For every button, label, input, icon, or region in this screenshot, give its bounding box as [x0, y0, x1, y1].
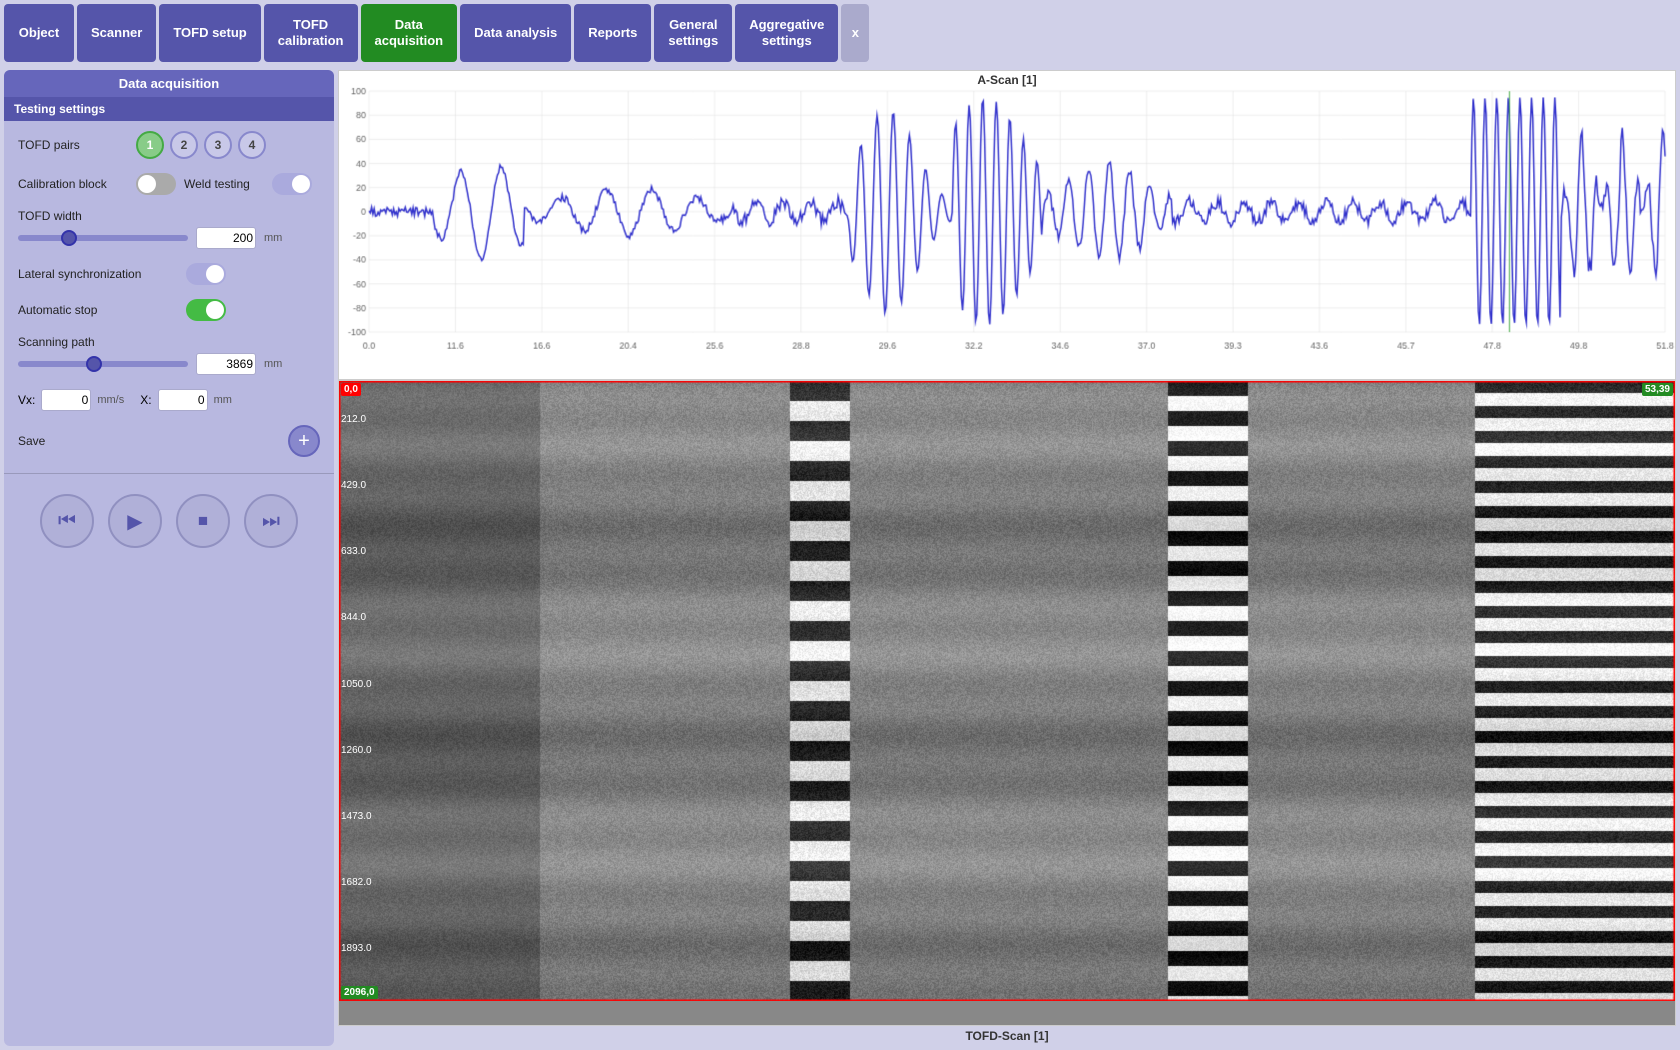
- forward-button[interactable]: ⏭: [244, 494, 298, 548]
- nav-btn-scanner[interactable]: Scanner: [77, 4, 156, 62]
- calibration-block-toggle[interactable]: [136, 173, 176, 195]
- bscan-image: 0,0 53,39 2096,0 212.0 429.0 633.0 844.0 105…: [339, 381, 1675, 1001]
- scanning-path-row: Scanning path mm: [18, 335, 320, 375]
- panel-title: Data acquisition: [4, 70, 334, 97]
- right-panel: 1 2 A-Scan [1] 0,0 53,39 2096,0 212.0429…: [338, 66, 1680, 1050]
- vx-input[interactable]: [41, 389, 91, 411]
- bscan-container: 0,0 53,39 2096,0 212.0 429.0 633.0 844.0 105…: [338, 380, 1676, 1026]
- scanning-path-track[interactable]: [18, 361, 188, 367]
- nav-btn-general-settings[interactable]: General settings: [654, 4, 732, 62]
- ascan-container: A-Scan [1]: [338, 70, 1676, 380]
- tofd-width-control: mm: [18, 227, 320, 249]
- scanning-path-unit: mm: [264, 358, 282, 370]
- bscan-corner-tl: 0,0: [341, 383, 361, 396]
- tofd-pair-btn-4[interactable]: 4: [238, 131, 266, 159]
- ascan-chart: [339, 87, 1675, 357]
- play-button[interactable]: ▶: [108, 494, 162, 548]
- auto-stop-label: Automatic stop: [18, 303, 178, 317]
- nav-btn-tofd-calibration[interactable]: TOFD calibration: [264, 4, 358, 62]
- tofd-pairs-label: TOFD pairs: [18, 138, 128, 152]
- vx-unit: mm/s: [97, 394, 124, 406]
- nav-btn-data-analysis[interactable]: Data analysis: [460, 4, 571, 62]
- x-label: X:: [140, 393, 151, 407]
- tofd-width-thumb[interactable]: [61, 230, 77, 246]
- save-label: Save: [18, 434, 128, 448]
- nav-btn-close[interactable]: x: [841, 4, 869, 62]
- bscan-corner-tr: 53,39: [1642, 383, 1673, 396]
- bscan-y-label-0: 212.0: [341, 414, 366, 425]
- stop-button[interactable]: ⏹: [176, 494, 230, 548]
- weld-testing-toggle[interactable]: [272, 173, 312, 195]
- bscan-y-label-3: 844.0: [341, 612, 366, 623]
- nav-btn-reports[interactable]: Reports: [574, 4, 651, 62]
- x-unit: mm: [214, 394, 232, 406]
- scanning-path-label: Scanning path: [18, 335, 320, 349]
- main-area: Data acquisition Testing settings TOFD p…: [0, 66, 1680, 1050]
- bscan-y-label-8: 1893.0: [341, 943, 372, 954]
- settings-body: TOFD pairs 1234 Calibration block Weld t…: [4, 121, 334, 467]
- lateral-sync-row: Lateral synchronization: [18, 263, 320, 285]
- vx-row: Vx: mm/s X: mm: [18, 389, 320, 411]
- lateral-sync-label: Lateral synchronization: [18, 267, 178, 281]
- tofd-pairs-row: TOFD pairs 1234: [18, 131, 320, 159]
- bscan-y-label-2: 633.0: [341, 546, 366, 557]
- nav-btn-data-acquisition[interactable]: Data acquisition: [361, 4, 458, 62]
- ascan-title: A-Scan [1]: [339, 71, 1675, 87]
- tofd-width-label: TOFD width: [18, 209, 320, 223]
- bscan-canvas: [339, 381, 1675, 1001]
- bscan-y-label-4: 1050.0: [341, 679, 372, 690]
- calibration-weld-row: Calibration block Weld testing: [18, 173, 320, 195]
- rewind-button[interactable]: ⏮: [40, 494, 94, 548]
- auto-stop-row: Automatic stop: [18, 299, 320, 321]
- weld-testing-label: Weld testing: [184, 177, 264, 191]
- scanning-path-thumb[interactable]: [86, 356, 102, 372]
- tofd-pair-btn-2[interactable]: 2: [170, 131, 198, 159]
- bscan-y-label-6: 1473.0: [341, 811, 372, 822]
- lateral-sync-toggle[interactable]: [186, 263, 226, 285]
- vx-label: Vx:: [18, 393, 35, 407]
- bscan-title: TOFD-Scan [1]: [338, 1026, 1676, 1046]
- testing-settings-header: Testing settings: [4, 97, 334, 121]
- tofd-pair-btn-3[interactable]: 3: [204, 131, 232, 159]
- bscan-y-label-1: 429.0: [341, 480, 366, 491]
- nav-btn-object[interactable]: Object: [4, 4, 74, 62]
- auto-stop-toggle[interactable]: [186, 299, 226, 321]
- save-plus-button[interactable]: +: [288, 425, 320, 457]
- tofd-pair-btn-1[interactable]: 1: [136, 131, 164, 159]
- nav-btn-tofd-setup[interactable]: TOFD setup: [159, 4, 260, 62]
- tofd-width-input[interactable]: [196, 227, 256, 249]
- divider: [4, 473, 334, 474]
- save-row: Save +: [18, 425, 320, 457]
- navbar: ObjectScannerTOFD setupTOFD calibrationD…: [0, 0, 1680, 66]
- calibration-block-label: Calibration block: [18, 177, 128, 191]
- transport-controls: ⏮ ▶ ⏹ ⏭: [4, 480, 334, 562]
- bscan-y-label-5: 1260.0: [341, 745, 372, 756]
- left-panel: Data acquisition Testing settings TOFD p…: [4, 70, 334, 1046]
- bscan-y-label-7: 1682.0: [341, 877, 372, 888]
- scanning-path-input[interactable]: [196, 353, 256, 375]
- scanning-path-control: mm: [18, 353, 320, 375]
- tofd-width-unit: mm: [264, 232, 282, 244]
- tofd-pair-buttons: 1234: [136, 131, 266, 159]
- nav-btn-aggregative-settings[interactable]: Aggregative settings: [735, 4, 838, 62]
- tofd-width-track[interactable]: [18, 235, 188, 241]
- tofd-width-row: TOFD width mm: [18, 209, 320, 249]
- bscan-wrapper: 0,0 53,39 2096,0 212.0 429.0 633.0 844.0 105…: [338, 380, 1676, 1046]
- bscan-corner-bl: 2096,0: [341, 986, 378, 999]
- x-input[interactable]: [158, 389, 208, 411]
